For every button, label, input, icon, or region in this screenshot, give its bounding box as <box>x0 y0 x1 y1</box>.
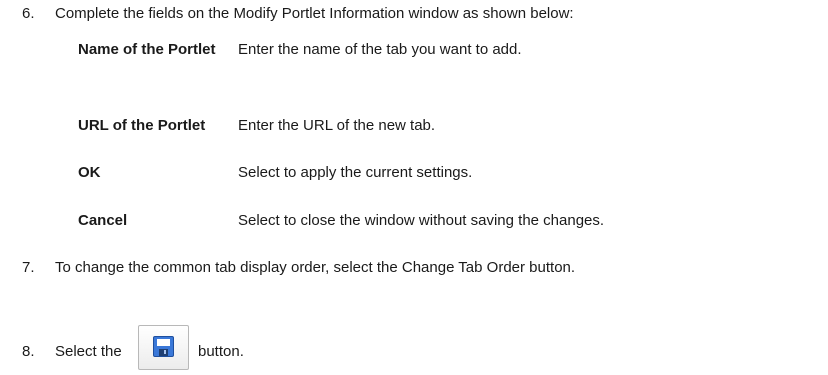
field-description: Enter the name of the tab you want to ad… <box>238 41 522 58</box>
step-text-after: button. <box>198 343 244 360</box>
field-description: Select to apply the current settings. <box>238 164 473 181</box>
step-text: To change the common tab display order, … <box>55 259 576 276</box>
step-number: 8. <box>22 343 35 360</box>
field-name: Cancel <box>78 212 128 229</box>
step-text-before: Select the <box>55 343 122 360</box>
step-number: 6. <box>22 5 35 22</box>
step-text: Complete the fields on the Modify Portle… <box>55 5 574 22</box>
step-number: 7. <box>22 259 35 276</box>
field-name: Name of the Portlet <box>78 41 216 58</box>
field-name: OK <box>78 164 101 181</box>
field-description: Select to close the window without savin… <box>238 212 605 229</box>
field-name: URL of the Portlet <box>78 117 206 134</box>
save-disk-icon <box>153 336 174 357</box>
field-description: Enter the URL of the new tab. <box>238 117 436 134</box>
save-button[interactable] <box>138 325 189 370</box>
